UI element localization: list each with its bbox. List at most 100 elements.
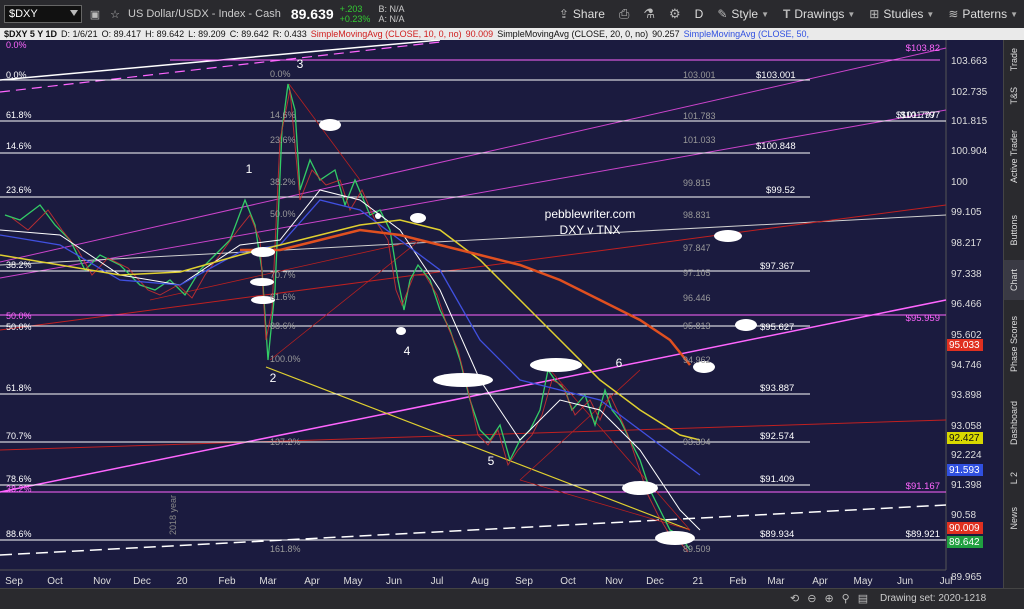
studies-button[interactable]: ⊞ Studies ▼: [869, 7, 934, 21]
price-axis-tick: 103.663: [951, 56, 988, 67]
inner-fib-label: 38.2%: [270, 177, 296, 187]
flask-icon[interactable]: ⚗: [643, 6, 655, 22]
sidebar-tab[interactable]: Trade: [1004, 42, 1024, 78]
zoom-out-icon[interactable]: ⊖: [807, 592, 816, 605]
last-price: 89.639: [290, 6, 334, 22]
right-value-label: $93.887: [760, 383, 794, 394]
sidebar-tab[interactable]: T&S: [1004, 80, 1024, 112]
oval-marker: [319, 119, 341, 131]
sidebar-tab-label: News: [1009, 506, 1019, 530]
sidebar-tab[interactable]: Active Trader: [1004, 114, 1024, 200]
time-axis-tick: Oct: [47, 576, 63, 587]
price-badge: 90.009: [949, 523, 980, 534]
sma20-label: SimpleMovingAvg (CLOSE, 20, 0, no): [497, 29, 649, 39]
sidebar-tab-label: L 2: [1009, 471, 1019, 485]
info-low: L: 89.209: [188, 29, 226, 39]
time-axis-tick: Dec: [646, 576, 664, 587]
inner-fib-label: 88.6%: [270, 321, 296, 331]
price-axis-tick: 92.224: [951, 450, 982, 461]
patterns-button[interactable]: ≋ Patterns ▼: [948, 7, 1018, 21]
price-axis-tick: 102.735: [951, 87, 988, 98]
wave-label: 6: [616, 356, 623, 370]
inner-fib-label: 14.6%: [270, 110, 296, 120]
price-chart[interactable]: pebblewriter.com DXY v TNX 2018 year 123…: [0, 40, 1004, 588]
chart-info-bar: $DXY 5 Y 1D D: 1/6/21 O: 89.417 H: 89.64…: [0, 28, 1024, 40]
print-icon[interactable]: ⎙: [619, 6, 629, 22]
share-button[interactable]: ⇪ Share: [559, 7, 605, 21]
symbol-value: $DXY: [9, 8, 38, 20]
info-high: H: 89.642: [145, 29, 185, 39]
gear-icon[interactable]: ⚙: [669, 6, 681, 22]
time-axis-tick: Sep: [515, 576, 533, 587]
inner-fib-label: 137.2%: [270, 437, 301, 447]
time-axis-tick: Mar: [767, 576, 785, 587]
wave-label: 2: [270, 371, 277, 385]
drawings-button[interactable]: T Drawings ▼: [783, 7, 855, 21]
period-button[interactable]: D: [695, 7, 704, 21]
info-date: D: 1/6/21: [61, 29, 98, 39]
link-icon[interactable]: ▣: [88, 7, 102, 21]
far-right-value-label: $101.797: [900, 110, 940, 121]
sidebar-tab[interactable]: Buttons: [1004, 202, 1024, 258]
sidebar-tab[interactable]: News: [1004, 498, 1024, 538]
time-axis-tick: Nov: [605, 576, 623, 587]
studies-label: Studies: [883, 7, 924, 21]
price-axis-tick: 91.398: [951, 480, 982, 491]
price-change: +.203 +0.23%: [340, 4, 371, 24]
time-axis-tick: Feb: [729, 576, 747, 587]
time-axis-tick: Mar: [259, 576, 277, 587]
sidebar-tab[interactable]: Chart: [1004, 260, 1024, 300]
left-fib-label: 50.0%: [6, 322, 32, 332]
price-axis-tick: 89.965: [951, 572, 982, 583]
oval-marker: [375, 213, 381, 219]
search-icon[interactable]: ⚲: [842, 592, 850, 605]
mid-value-label: 97.105: [683, 268, 711, 278]
mid-value-label: 96.446: [683, 293, 711, 303]
right-value-label: $103.001: [756, 70, 796, 81]
sidebar-tab-label: Phase Scores: [1009, 315, 1019, 373]
drawings-label: Drawings: [794, 7, 845, 21]
bid-value: B: N/A: [378, 4, 405, 14]
sidebar-tab[interactable]: Dashboard: [1004, 388, 1024, 458]
inner-fib-label: 23.6%: [270, 135, 296, 145]
share-icon: ⇪: [558, 7, 569, 21]
mid-value-label: 99.815: [683, 178, 711, 188]
sidebar-tab[interactable]: L 2: [1004, 460, 1024, 496]
left-fib-label: 78.6%: [6, 474, 32, 484]
chevron-down-icon: [70, 10, 78, 16]
star-icon[interactable]: ☆: [108, 7, 122, 21]
oval-marker: [396, 327, 406, 335]
price-axis-tick: 101.815: [951, 116, 988, 127]
inner-fib-label: 0.0%: [270, 69, 291, 79]
oval-marker: [714, 230, 742, 242]
mid-value-label: 89.509: [683, 544, 711, 554]
top-toolbar: $DXY ▣ ☆ US Dollar/USDX - Index - Cash 8…: [0, 0, 1024, 29]
text-icon: T: [783, 7, 791, 21]
price-axis-tick: 100: [951, 177, 968, 188]
change-percent: +0.23%: [339, 14, 371, 24]
symbol-selector[interactable]: $DXY: [4, 5, 82, 23]
zoom-in-icon[interactable]: ⊕: [824, 592, 833, 605]
oval-marker: [433, 373, 493, 387]
style-button[interactable]: ✎ Style ▼: [717, 7, 769, 21]
left-fib-label: 70.7%: [6, 431, 32, 441]
price-badge: 92.427: [949, 433, 980, 444]
sma10-value: 90.009: [465, 29, 494, 39]
far-right-value-label: $95.959: [906, 313, 940, 324]
expand-icon[interactable]: ▤: [858, 592, 868, 605]
sidebar-tab-label: T&S: [1009, 87, 1019, 105]
right-value-label: $91.409: [760, 474, 794, 485]
refresh-icon[interactable]: ⟲: [790, 592, 799, 605]
inner-fib-label: 161.8%: [270, 544, 301, 554]
drawing-set-label[interactable]: Drawing set: 2020-1218: [880, 593, 986, 604]
time-axis-tick: Jul: [940, 576, 953, 587]
far-right-value-label: $91.167: [906, 481, 940, 492]
right-value-label: $95.627: [760, 322, 794, 333]
oval-marker: [622, 481, 658, 495]
info-open: O: 89.417: [101, 29, 142, 39]
sidebar-tab[interactable]: Phase Scores: [1004, 302, 1024, 386]
price-axis-tick: 94.746: [951, 360, 982, 371]
time-axis-tick: Jun: [897, 576, 913, 587]
time-axis-tick: Jun: [386, 576, 402, 587]
price-axis-tick: 97.338: [951, 269, 982, 280]
